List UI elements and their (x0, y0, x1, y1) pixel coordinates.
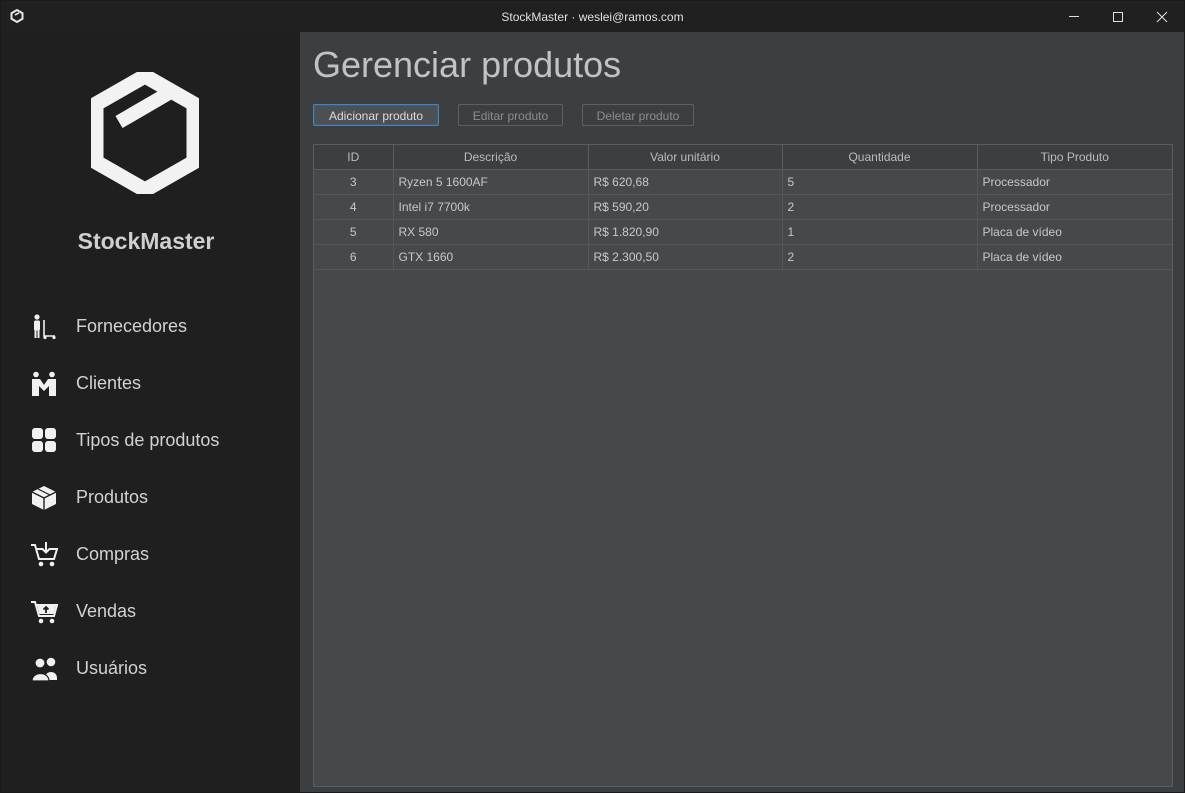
title-bar[interactable]: StockMaster · weslei@ramos.com (1, 1, 1184, 32)
cell-id: 4 (314, 194, 394, 220)
cell-valor: R$ 590,20 (588, 194, 783, 220)
sidebar-item-tipos-de-produtos[interactable]: Tipos de produtos (31, 420, 281, 460)
cell-descricao: RX 580 (393, 219, 589, 245)
maximize-button[interactable] (1096, 1, 1140, 32)
sidebar-item-fornecedores[interactable]: Fornecedores (31, 306, 281, 346)
sidebar-item-usuarios[interactable]: Usuários (31, 648, 281, 688)
cell-quantidade: 5 (782, 169, 978, 195)
table-header-row: ID Descrição Valor unitário Quantidade T… (314, 145, 1172, 170)
sidebar-item-label: Produtos (76, 487, 149, 507)
categories-grid-icon (32, 428, 56, 452)
cell-descricao: Ryzen 5 1600AF (393, 169, 589, 195)
column-header-id[interactable]: ID (314, 145, 394, 170)
minimize-icon (1069, 16, 1079, 17)
close-button[interactable] (1140, 1, 1184, 32)
products-table[interactable]: ID Descrição Valor unitário Quantidade T… (313, 144, 1173, 787)
cart-upload-icon (31, 601, 59, 624)
cell-tipo: Placa de vídeo (977, 219, 1172, 245)
table-row[interactable]: 4 Intel i7 7700k R$ 590,20 2 Processador (314, 194, 1172, 220)
page-title: Gerenciar produtos (313, 44, 622, 85)
brand-name: StockMaster (77, 228, 215, 254)
box-icon (31, 486, 57, 510)
table-row[interactable]: 6 GTX 1660 R$ 2.300,50 2 Placa de vídeo (314, 244, 1172, 270)
cell-tipo: Placa de vídeo (977, 244, 1172, 270)
cell-id: 3 (314, 169, 394, 195)
sidebar-item-label: Compras (76, 544, 150, 564)
sidebar-item-label: Fornecedores (76, 316, 188, 336)
column-header-quantidade[interactable]: Quantidade (782, 145, 978, 170)
sidebar: StockMaster Fornecedores Clientes Tipos … (1, 32, 300, 792)
clients-icon (32, 371, 56, 396)
sidebar-item-vendas[interactable]: Vendas (31, 591, 281, 631)
sidebar-item-label: Clientes (76, 373, 142, 393)
maximize-icon (1113, 12, 1123, 22)
minimize-button[interactable] (1052, 1, 1096, 32)
cell-descricao: Intel i7 7700k (393, 194, 589, 220)
cell-tipo: Processador (977, 169, 1172, 195)
cell-quantidade: 1 (782, 219, 978, 245)
table-row[interactable]: 5 RX 580 R$ 1.820,90 1 Placa de vídeo (314, 219, 1172, 245)
column-header-tipo-produto[interactable]: Tipo Produto (977, 145, 1172, 170)
cell-id: 6 (314, 244, 394, 270)
sidebar-item-clientes[interactable]: Clientes (31, 363, 281, 403)
cell-id: 5 (314, 219, 394, 245)
column-header-valor-unitario[interactable]: Valor unitário (588, 145, 783, 170)
cell-quantidade: 2 (782, 194, 978, 220)
edit-product-button[interactable]: Editar produto (458, 104, 563, 126)
delete-product-button[interactable]: Deletar produto (582, 104, 694, 126)
app-window: StockMaster · weslei@ramos.com StockMast… (0, 0, 1185, 793)
sidebar-item-compras[interactable]: Compras (31, 534, 281, 574)
stockmaster-logo (91, 72, 199, 194)
sidebar-item-label: Usuários (76, 658, 148, 678)
cell-valor: R$ 2.300,50 (588, 244, 783, 270)
close-icon (1156, 11, 1168, 23)
column-header-descricao[interactable]: Descrição (393, 145, 589, 170)
supplier-dolly-icon (34, 314, 56, 340)
table-row[interactable]: 3 Ryzen 5 1600AF R$ 620,68 5 Processador (314, 169, 1172, 195)
cell-quantidade: 2 (782, 244, 978, 270)
cart-download-icon (31, 542, 59, 567)
users-icon (31, 657, 57, 682)
add-product-button[interactable]: Adicionar produto (313, 104, 439, 126)
cell-valor: R$ 1.820,90 (588, 219, 783, 245)
main-content: Gerenciar produtos Adicionar produto Edi… (300, 32, 1184, 792)
sidebar-item-label: Vendas (76, 601, 137, 621)
cell-valor: R$ 620,68 (588, 169, 783, 195)
sidebar-item-label: Tipos de produtos (76, 430, 220, 450)
cell-tipo: Processador (977, 194, 1172, 220)
sidebar-item-produtos[interactable]: Produtos (31, 477, 281, 517)
cell-descricao: GTX 1660 (393, 244, 589, 270)
window-title: StockMaster · weslei@ramos.com (501, 10, 684, 24)
